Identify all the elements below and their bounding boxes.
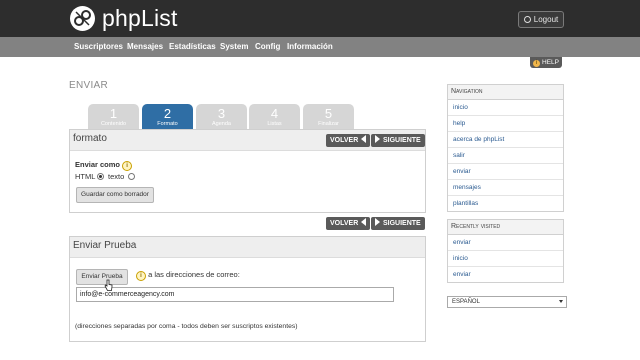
step-tab-5[interactable]: 5 Finalizar: [303, 104, 354, 129]
step-label: Listas: [267, 121, 282, 127]
language-select[interactable]: ESPAÑOL: [447, 296, 567, 308]
next-label: SIGUIENTE: [383, 220, 421, 227]
send-test-button[interactable]: Enviar Prueba: [76, 269, 128, 285]
sidebar-navigation: Navigation inicio help acerca de phpList…: [447, 84, 564, 212]
save-draft-button[interactable]: Guardar como borrador: [76, 187, 154, 203]
next-button-2[interactable]: SIGUIENTE: [371, 217, 425, 230]
step-tab-2[interactable]: 2 Formato: [142, 104, 193, 129]
nav-item-mensajes[interactable]: Mensajes: [127, 37, 163, 57]
language-value: ESPAÑOL: [452, 299, 480, 305]
nav-item-informacion[interactable]: Información: [287, 37, 333, 57]
chevron-down-icon: [559, 300, 563, 303]
sidebar-item-about[interactable]: acerca de phpList: [448, 132, 563, 148]
send-test-panel-header: Enviar Prueba: [70, 237, 425, 258]
info-icon: i: [533, 60, 540, 67]
arrow-right-icon: [375, 218, 380, 226]
text-radio[interactable]: [128, 173, 135, 180]
logo-text: phpList: [102, 5, 178, 31]
help-label: HELP: [542, 59, 559, 66]
hand-cursor-icon: [104, 279, 113, 291]
info-icon: i: [136, 271, 146, 281]
logout-button[interactable]: Logout: [518, 11, 564, 28]
power-icon: [523, 16, 531, 23]
sidebar-item-mensajes[interactable]: mensajes: [448, 180, 563, 196]
page-title: ENVIAR: [69, 80, 109, 91]
help-button[interactable]: i HELP: [530, 57, 562, 68]
to-addresses-text: a las direcciones de correo:: [148, 270, 240, 279]
arrow-left-icon: [361, 218, 367, 226]
send-test-panel-title: Enviar Prueba: [73, 240, 137, 251]
back-button[interactable]: VOLVER: [326, 134, 371, 147]
step-label: Contenido: [100, 121, 127, 127]
step-tab-4[interactable]: 4 Listas: [249, 104, 300, 129]
back-label: VOLVER: [330, 137, 359, 144]
format-panel-title: formato: [73, 133, 107, 144]
back-button-2[interactable]: VOLVER: [326, 217, 371, 230]
nav-item-system[interactable]: System: [220, 37, 248, 57]
step-number: 5: [324, 106, 333, 121]
back-label: VOLVER: [330, 220, 359, 227]
recent-item-enviar[interactable]: enviar: [448, 235, 563, 251]
navigation-title: Navigation: [448, 85, 563, 100]
sidebar-item-help[interactable]: help: [448, 116, 563, 132]
logout-label: Logout: [533, 15, 559, 24]
send-as-label: Enviar como i: [75, 160, 133, 171]
test-email-input[interactable]: info@e-commerceagency.com: [76, 287, 394, 302]
recent-item-inicio[interactable]: inicio: [448, 251, 563, 267]
step-label: Formato: [157, 121, 178, 127]
step-label: Finalizar: [318, 121, 339, 127]
send-as-text: Enviar como: [75, 160, 121, 169]
html-option-label: HTML: [75, 172, 96, 181]
to-addresses-label: i a las direcciones de correo:: [136, 270, 240, 281]
top-bar: phpList Logout: [0, 0, 640, 37]
info-icon: i: [122, 161, 133, 171]
nav-item-config[interactable]: Config: [255, 37, 280, 57]
recent-title: Recently visited: [448, 220, 563, 235]
nav-item-estadisticas[interactable]: Estadísticas: [169, 37, 216, 57]
sidebar-recent: Recently visited enviar inicio enviar: [447, 219, 564, 283]
html-radio[interactable]: [97, 173, 104, 180]
step-number: 2: [163, 106, 172, 121]
step-tab-1[interactable]: 1 Contenido: [88, 104, 139, 129]
sidebar-item-inicio[interactable]: inicio: [448, 100, 563, 116]
next-label: SIGUIENTE: [383, 137, 421, 144]
next-button[interactable]: SIGUIENTE: [371, 134, 425, 147]
step-label: Agenda: [212, 121, 231, 127]
phplist-logo-icon: [70, 6, 95, 31]
step-tab-3[interactable]: 3 Agenda: [196, 104, 247, 129]
hint-text: (direcciones separadas por coma - todos …: [75, 323, 298, 330]
step-number: 4: [270, 106, 279, 121]
sidebar-item-salir[interactable]: salir: [448, 148, 563, 164]
sidebar-item-plantillas[interactable]: plantillas: [448, 196, 563, 211]
text-option-label: texto: [108, 172, 125, 181]
main-nav: Suscriptores Mensajes Estadísticas Syste…: [0, 37, 640, 57]
recent-item-enviar-2[interactable]: enviar: [448, 267, 563, 282]
sidebar-item-enviar[interactable]: enviar: [448, 164, 563, 180]
arrow-right-icon: [375, 135, 380, 143]
nav-item-suscriptores[interactable]: Suscriptores: [74, 37, 123, 57]
arrow-left-icon: [361, 135, 367, 143]
step-number: 3: [217, 106, 226, 121]
step-number: 1: [109, 106, 118, 121]
